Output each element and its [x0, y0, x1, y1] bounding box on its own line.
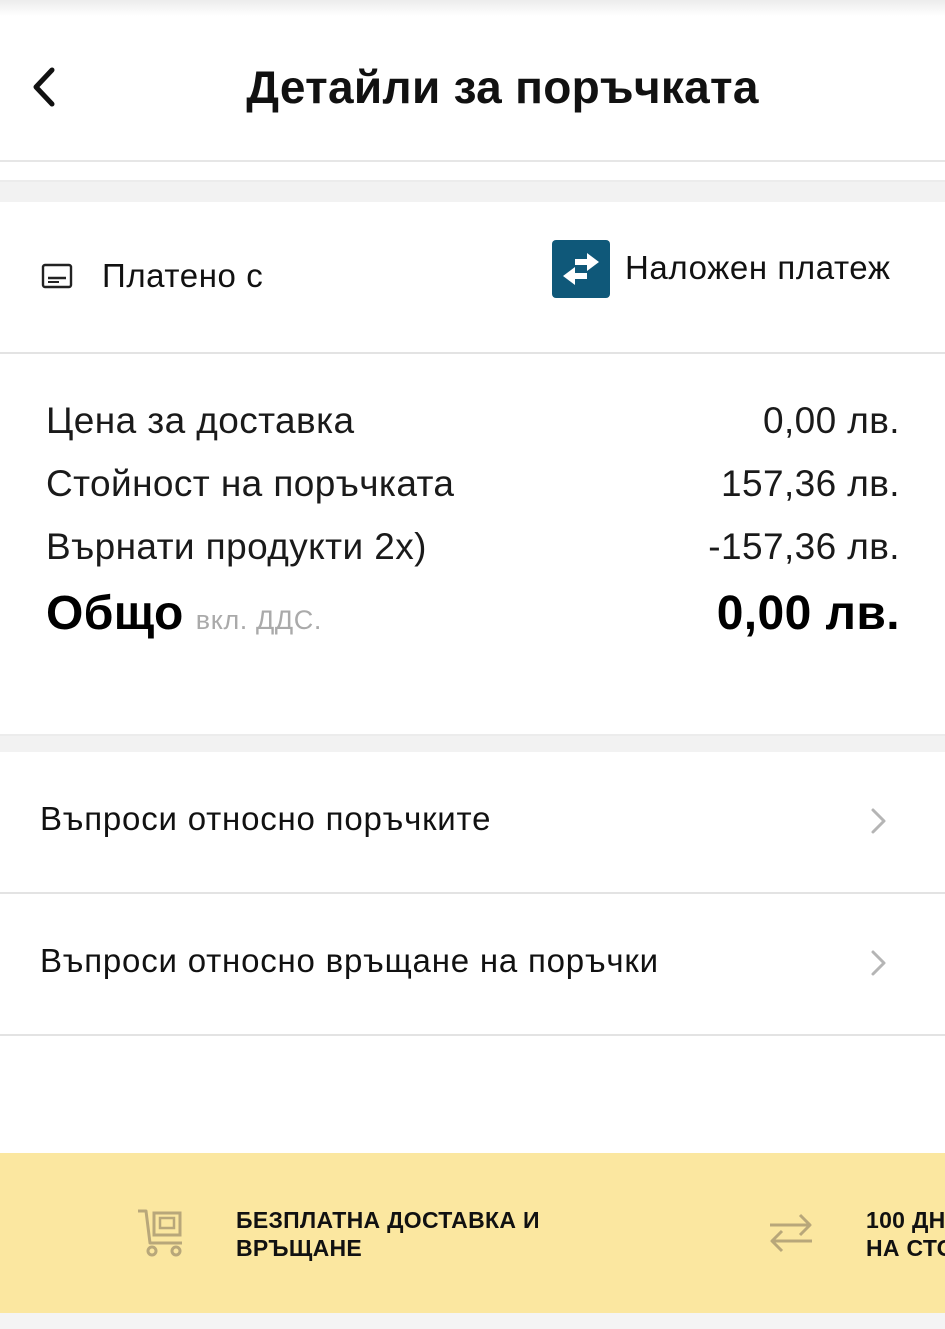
- section-divider: [0, 734, 945, 754]
- delivery-price-row: Цена за доставка 0,00 лв.: [46, 400, 900, 442]
- row-label: Цена за доставка: [46, 400, 355, 441]
- order-summary: Цена за доставка 0,00 лв. Стойност на по…: [0, 354, 945, 734]
- paid-with-label: Платено с: [102, 257, 264, 294]
- order-value-row: Стойност на поръчката 157,36 лв.: [46, 463, 900, 505]
- total-value: 0,00 лв.: [716, 587, 900, 640]
- vat-note: вкл. ДДС.: [195, 605, 322, 635]
- cart-icon: [138, 1209, 182, 1257]
- return-days-text: 100 ДН НА СТО: [866, 1206, 945, 1262]
- row-value: 0,00 лв.: [762, 400, 900, 441]
- total-label: Общо: [46, 587, 184, 640]
- banner-line: 100 ДН: [866, 1207, 945, 1233]
- section-divider: [0, 180, 945, 204]
- chevron-right-icon: [871, 808, 886, 834]
- order-questions-link[interactable]: Въпроси относно поръчките: [0, 752, 945, 894]
- row-label: Стойност на поръчката: [46, 463, 455, 504]
- link-label: Въпроси относно връщане на поръчки: [40, 942, 659, 979]
- return-questions-link[interactable]: Въпроси относно връщане на поръчки: [0, 894, 945, 1036]
- card-icon: [41, 263, 73, 289]
- row-value: 157,36 лв.: [721, 463, 900, 504]
- total-row: Общо вкл. ДДС. 0,00 лв.: [46, 586, 900, 641]
- swap-arrows-icon: [563, 253, 599, 285]
- page-title: Детайли за поръчката: [246, 61, 759, 113]
- benefits-banner: БЕЗПЛАТНА ДОСТАВКА И ВРЪЩАНЕ 100 ДН НА С…: [0, 1153, 945, 1313]
- payment-method-label: Наложен платеж: [625, 249, 891, 286]
- cash-on-delivery-badge: [552, 240, 610, 298]
- bottom-edge: [0, 1313, 945, 1329]
- free-delivery-text: БЕЗПЛАТНА ДОСТАВКА И ВРЪЩАНЕ: [236, 1206, 616, 1262]
- banner-line: НА СТО: [866, 1235, 945, 1261]
- status-bar-shadow: [0, 0, 945, 16]
- payment-method-row: Платено с Наложен платеж: [0, 202, 945, 354]
- row-value: -157,36 лв.: [708, 526, 900, 567]
- banner-line: ВРЪЩАНЕ: [236, 1235, 363, 1261]
- banner-line: БЕЗПЛАТНА ДОСТАВКА И: [236, 1207, 540, 1233]
- page-header: Детайли за поръчката: [0, 16, 945, 162]
- swap-arrows-icon: [770, 1213, 812, 1253]
- link-label: Въпроси относно поръчките: [40, 800, 492, 837]
- row-label: Върнати продукти 2х): [46, 526, 427, 567]
- returned-products-row: Върнати продукти 2х) -157,36 лв.: [46, 526, 900, 568]
- chevron-right-icon: [871, 950, 886, 976]
- total-label-group: Общо вкл. ДДС.: [46, 586, 322, 641]
